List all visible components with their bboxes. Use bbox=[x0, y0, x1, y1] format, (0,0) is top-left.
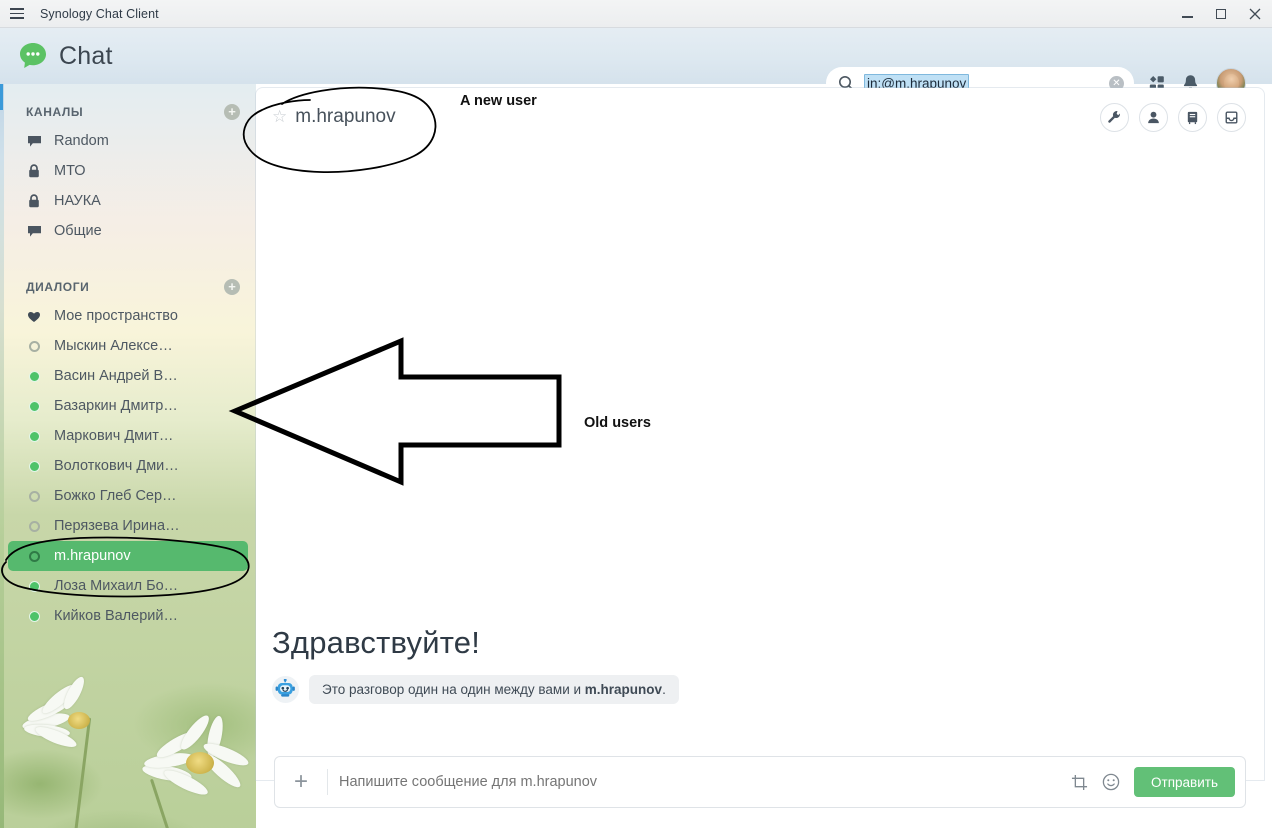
sidebar-item-myskin[interactable]: Мыскин Алексе… bbox=[8, 331, 248, 361]
window-controls bbox=[1170, 0, 1272, 28]
sidebar-section-dialogs: ДИАЛОГИ + bbox=[0, 273, 256, 301]
sidebar-item-label: Божко Глеб Сер… bbox=[54, 488, 177, 504]
lock-icon bbox=[26, 194, 42, 208]
sidebar-item-vasin[interactable]: Васин Андрей В… bbox=[8, 361, 248, 391]
app-window: Synology Chat Client Chat in:@m.hrapunov… bbox=[0, 0, 1272, 828]
sidebar-item-obshie[interactable]: Общие bbox=[8, 216, 248, 246]
daisy-flower-left bbox=[20, 674, 140, 828]
daisy-flower-right bbox=[140, 711, 256, 828]
sidebar-item-label: Мыскин Алексе… bbox=[54, 338, 173, 354]
sidebar-section-channels: КАНАЛЫ + bbox=[0, 98, 256, 126]
sidebar-item-m-hrapunov[interactable]: m.hrapunov bbox=[8, 541, 248, 571]
bot-avatar-icon bbox=[272, 676, 299, 703]
sidebar-item-label: НАУКА bbox=[54, 193, 101, 209]
sidebar-item-my-space[interactable]: Мое пространство bbox=[8, 301, 248, 331]
settings-button[interactable] bbox=[1100, 102, 1129, 132]
heart-icon bbox=[26, 310, 42, 323]
system-message-user: m.hrapunov bbox=[584, 682, 663, 697]
sidebar-item-label: Общие bbox=[54, 223, 102, 239]
system-message-prefix: Это разговор один на один между вами и bbox=[322, 682, 585, 697]
conversation-actions bbox=[1100, 102, 1246, 132]
sidebar-item-label: Маркович Дмит… bbox=[54, 428, 174, 444]
inbox-button[interactable] bbox=[1217, 102, 1246, 132]
presence-icon bbox=[26, 370, 42, 382]
emoji-icon[interactable] bbox=[1102, 773, 1120, 791]
attach-plus-icon[interactable]: + bbox=[275, 768, 327, 796]
person-icon bbox=[1148, 111, 1159, 123]
sidebar-left-accent bbox=[0, 84, 4, 828]
sidebar-item-label: Волоткович Дми… bbox=[54, 458, 179, 474]
sidebar-item-label: Мое пространство bbox=[54, 308, 178, 324]
send-button[interactable]: Отправить bbox=[1134, 767, 1235, 797]
presence-icon bbox=[26, 340, 42, 352]
sidebar-item-markovich[interactable]: Маркович Дмит… bbox=[8, 421, 248, 451]
presence-icon bbox=[26, 520, 42, 532]
presence-icon bbox=[26, 550, 42, 562]
conversation-header: ☆ m.hrapunov bbox=[256, 88, 1264, 146]
sidebar: КАНАЛЫ + Random МТО НАУКА Общие ДИАЛОГИ … bbox=[0, 84, 256, 828]
sidebar-item-label: Перязева Ирина… bbox=[54, 518, 180, 534]
sidebar-item-nauka[interactable]: НАУКА bbox=[8, 186, 248, 216]
presence-icon bbox=[26, 490, 42, 502]
sidebar-item-label: МТО bbox=[54, 163, 86, 179]
wrench-icon bbox=[1108, 110, 1120, 123]
sidebar-item-random[interactable]: Random bbox=[8, 126, 248, 156]
presence-icon bbox=[26, 580, 42, 592]
presence-icon bbox=[26, 430, 42, 442]
sidebar-item-label: m.hrapunov bbox=[54, 548, 131, 564]
channel-icon bbox=[26, 135, 42, 148]
add-dialog-button[interactable]: + bbox=[224, 279, 240, 295]
message-composer: + Отправить bbox=[274, 756, 1246, 808]
window-titlebar: Synology Chat Client bbox=[0, 0, 1272, 28]
brand: Chat bbox=[18, 41, 113, 71]
profile-button[interactable] bbox=[1139, 102, 1168, 132]
sidebar-item-bozhko[interactable]: Божко Глеб Сер… bbox=[8, 481, 248, 511]
sidebar-item-bazarkin[interactable]: Базаркин Дмитр… bbox=[8, 391, 248, 421]
window-title: Synology Chat Client bbox=[40, 6, 159, 21]
maximize-button[interactable] bbox=[1204, 0, 1238, 28]
sidebar-item-label: Random bbox=[54, 133, 109, 149]
sidebar-item-kiykov[interactable]: Кийков Валерий… bbox=[8, 601, 248, 631]
sidebar-item-peryazeva[interactable]: Перязева Ирина… bbox=[8, 511, 248, 541]
new-user-label: A new user bbox=[460, 93, 537, 109]
app-header: Chat in:@m.hrapunov ✕ bbox=[0, 28, 1272, 99]
sidebar-item-label: Лоза Михаил Бо… bbox=[54, 578, 179, 594]
section-title-dialogs: ДИАЛОГИ bbox=[26, 280, 90, 294]
system-message: Это разговор один на один между вами и m… bbox=[272, 675, 679, 704]
add-channel-button[interactable]: + bbox=[224, 104, 240, 120]
sidebar-item-label: Кийков Валерий… bbox=[54, 608, 178, 624]
sidebar-item-label: Васин Андрей В… bbox=[54, 368, 178, 384]
pin-board-icon bbox=[1187, 111, 1198, 124]
section-title-channels: КАНАЛЫ bbox=[26, 105, 84, 119]
sidebar-item-loza[interactable]: Лоза Михаил Бо… bbox=[8, 571, 248, 601]
system-message-suffix: . bbox=[662, 682, 666, 697]
pinned-button[interactable] bbox=[1178, 102, 1207, 132]
presence-icon bbox=[26, 610, 42, 622]
system-message-text: Это разговор один на один между вами и m… bbox=[309, 675, 679, 704]
old-users-label: Old users bbox=[584, 415, 651, 431]
brand-name: Chat bbox=[59, 41, 113, 70]
sidebar-item-label: Базаркин Дмитр… bbox=[54, 398, 178, 414]
greeting-text: Здравствуйте! bbox=[272, 625, 481, 660]
presence-icon bbox=[26, 460, 42, 472]
chat-bubble-logo bbox=[18, 41, 48, 71]
lock-icon bbox=[26, 164, 42, 178]
star-outline-icon[interactable]: ☆ bbox=[272, 107, 287, 127]
page-title: m.hrapunov bbox=[295, 106, 396, 127]
close-icon[interactable] bbox=[1238, 0, 1272, 28]
presence-icon bbox=[26, 400, 42, 412]
crop-icon[interactable] bbox=[1071, 774, 1088, 791]
message-input[interactable] bbox=[328, 774, 1072, 790]
sidebar-item-volotkovich[interactable]: Волоткович Дми… bbox=[8, 451, 248, 481]
inbox-icon bbox=[1225, 110, 1238, 124]
sidebar-item-mto[interactable]: МТО bbox=[8, 156, 248, 186]
hamburger-icon[interactable] bbox=[0, 0, 34, 28]
minimize-button[interactable] bbox=[1170, 0, 1204, 28]
channel-icon bbox=[26, 225, 42, 238]
